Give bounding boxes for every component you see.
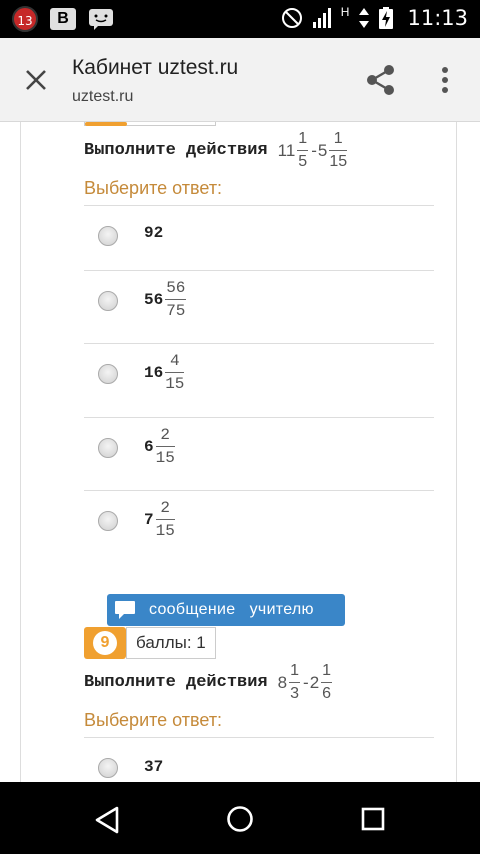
expr-numerator-a: 1 [298,130,308,147]
answer-option[interactable]: 56 56 75 [84,271,434,343]
notification-count-badge: 13 [12,6,38,32]
answer-value: 16 4 15 [144,352,186,393]
answer-fraction: 2 15 [155,499,175,540]
answer-whole: 6 [144,437,154,456]
answer-whole: 56 [144,290,164,309]
radio-button-icon[interactable] [98,758,118,778]
system-nav-bar [0,782,480,854]
answer-denominator: 15 [155,522,175,540]
nav-home-icon[interactable] [226,805,254,833]
close-icon[interactable] [22,66,50,94]
answer-whole: 37 [144,758,164,776]
expr-fraction-a: 15 [297,130,309,171]
chat-notification-icon [89,9,113,30]
left-border [20,122,21,782]
share-icon[interactable] [366,64,396,96]
right-border [456,122,457,782]
app-notification-icon: B [50,8,76,30]
clock: 11:13 [407,6,468,30]
answer-numerator: 4 [170,352,180,370]
answer-value: 92 [144,224,163,242]
answer-numerator: 2 [160,499,171,517]
expr-fraction-b: 1 15 [329,130,348,171]
battery-charging-icon [379,7,394,29]
question-number: 9 [93,631,117,655]
nav-recents-icon[interactable] [361,807,385,831]
expr-operator: - [303,672,309,692]
expr-operator: - [311,140,317,160]
answer-whole: 92 [144,224,164,242]
choose-answer-label: Выберите ответ: [84,710,223,730]
expr-whole-b: 2 [309,672,320,692]
question-prompt: Выполните действия 11 15 - 5 1 15 [84,130,349,171]
answer-option[interactable]: 6 2 15 [84,418,434,490]
answer-fraction: 56 75 [165,279,187,320]
expr-denominator-a: 5 [298,153,308,170]
answer-numerator: 56 [166,279,186,297]
expr-whole-a: 8 [277,672,288,692]
answer-numerator: 2 [160,426,171,444]
radio-button-icon[interactable] [98,438,118,458]
answer-value: 56 56 75 [144,279,188,320]
expr-numerator-a: 1 [290,662,300,679]
network-type-indicator: H [340,5,350,19]
score-header-cropped [84,122,216,126]
data-transfer-icon [359,8,370,28]
points-label: баллы: 1 [126,627,216,659]
answer-whole: 7 [144,510,154,529]
answer-denominator: 75 [166,302,186,320]
do-not-disturb-icon [281,8,302,28]
answer-whole: 16 [144,363,164,382]
answer-denominator: 15 [155,449,175,467]
chat-bubble-icon [115,601,135,619]
expr-denominator-a: 3 [290,685,300,702]
radio-button-icon[interactable] [98,511,118,531]
answer-value: 37 [144,758,163,776]
message-teacher-label: сообщение учителю [149,601,314,618]
answer-fraction: 2 15 [155,426,175,467]
page-url: uztest.ru [72,88,134,105]
expr-whole-b: 5 [317,140,328,160]
question-text: Выполните действия [84,141,268,160]
question-number-badge: 9 [84,627,126,659]
question-text: Выполните действия [84,673,268,692]
app-bar: Кабинет uztest.ru uztest.ru [0,38,480,122]
expr-whole-a: 11 [277,140,296,160]
answer-option[interactable]: 37 [84,738,434,782]
radio-button-icon[interactable] [98,364,118,384]
radio-button-icon[interactable] [98,226,118,246]
choose-answer-label: Выберите ответ: [84,178,223,198]
expr-fraction-b: 16 [321,662,333,703]
expr-fraction-a: 13 [289,662,301,703]
answer-fraction: 4 15 [165,352,185,393]
answer-option[interactable]: 92 [84,206,434,270]
nav-back-icon[interactable] [94,806,120,834]
answer-value: 7 2 15 [144,499,177,540]
more-vert-icon[interactable] [440,66,450,94]
answer-option[interactable]: 7 2 15 [84,491,434,563]
question-score-header: 9 баллы: 1 [84,627,216,659]
expr-numerator-b: 1 [322,662,332,679]
answer-option[interactable]: 16 4 15 [84,344,434,417]
page-title: Кабинет uztest.ru [72,56,239,79]
signal-icon [312,8,331,28]
page-content: Выполните действия 11 15 - 5 1 15 Выберит… [0,122,480,782]
expr-denominator-b: 15 [329,153,348,170]
expr-denominator-b: 6 [322,685,332,702]
radio-button-icon[interactable] [98,291,118,311]
expr-numerator-b: 1 [333,130,343,147]
message-teacher-button[interactable]: сообщение учителю [107,594,345,626]
answer-denominator: 15 [165,375,185,393]
score-number-cropped [85,122,127,126]
status-bar: 13 B H 11:13 [0,0,480,38]
answer-value: 6 2 15 [144,426,177,467]
question-prompt: Выполните действия 8 13 - 2 16 [84,662,334,703]
